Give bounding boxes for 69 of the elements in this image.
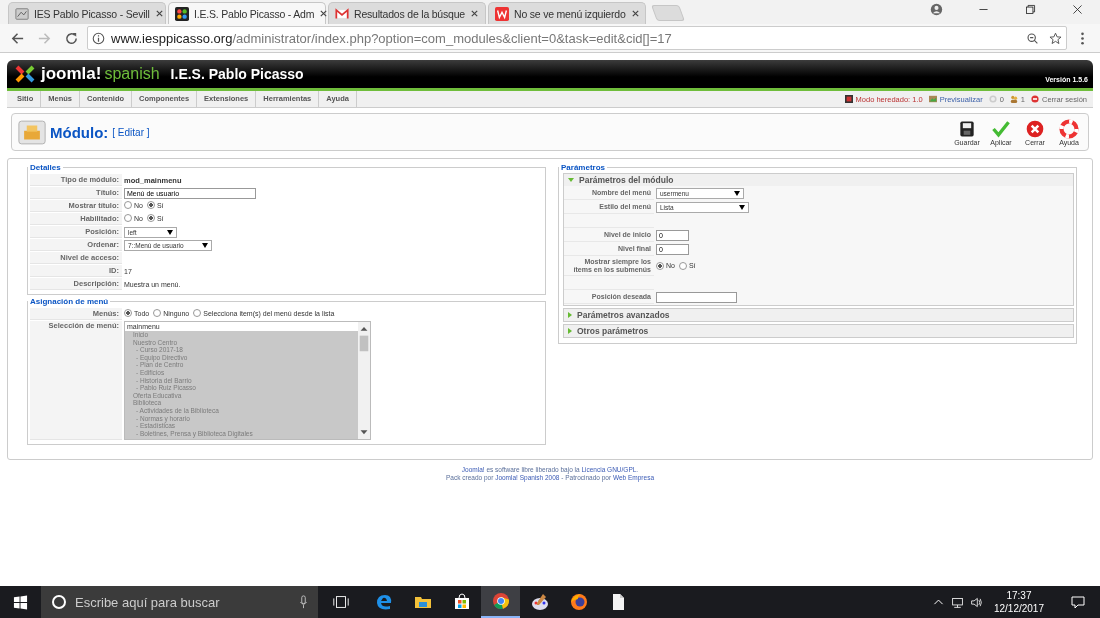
close-icon[interactable]	[319, 9, 329, 18]
tab-title: I.E.S. Pablo Picasso - Adm	[194, 7, 315, 20]
restore-icon[interactable]	[1024, 3, 1037, 16]
browser-tab[interactable]: Resultados de la búsque	[328, 2, 486, 24]
browser-tab[interactable]: I.E.S. Pablo Picasso - Adm	[168, 2, 326, 24]
message-icon	[988, 95, 997, 103]
accordion-header[interactable]: Parámetros avanzados	[564, 309, 1073, 321]
close-icon	[1025, 118, 1045, 139]
taskbar-app[interactable]	[481, 586, 520, 618]
search-field[interactable]: Escribe aquí para buscar	[41, 586, 318, 618]
page-subtitle: [ Editar ]	[112, 126, 150, 138]
logo-subtext: spanish	[104, 65, 160, 83]
mail-icon	[335, 6, 349, 21]
radio-button[interactable]	[193, 309, 202, 317]
page-icon	[15, 6, 29, 21]
address-bar[interactable]: www.iesppicasso.org/administrator/index.php?option=com_modules&client=0&task=edit&cid[]=17	[87, 26, 1067, 50]
clock-date[interactable]: 12/12/2017	[993, 602, 1044, 615]
radio-button[interactable]	[656, 261, 664, 270]
logo-text: joomla!	[41, 64, 102, 84]
users-icon	[1009, 95, 1018, 103]
profile-icon[interactable]	[930, 3, 943, 16]
close-icon[interactable]	[630, 9, 640, 18]
input-field[interactable]	[656, 292, 737, 303]
section-legend: Asignación de menú	[28, 297, 111, 306]
radio-button[interactable]	[146, 214, 155, 222]
accordion-header[interactable]: Parámetros del módulo	[564, 174, 1073, 186]
radio-button[interactable]	[124, 309, 132, 317]
browser-tab[interactable]: IES Pablo Picasso - Sevill	[8, 2, 166, 24]
accordion-header[interactable]: Otros parámetros	[564, 325, 1073, 337]
module-icon	[18, 119, 46, 145]
info-icon	[92, 31, 105, 45]
network-icon[interactable]	[950, 595, 964, 609]
palette-icon	[529, 592, 550, 612]
windows-logo-icon[interactable]	[13, 594, 28, 610]
lifebuoy-icon	[1059, 118, 1079, 139]
legacy-icon	[844, 95, 853, 103]
firefox-icon	[568, 592, 589, 612]
radio-button[interactable]	[678, 261, 687, 270]
tab-title: No se ve menú izquierdo	[514, 7, 626, 20]
site-name: I.E.S. Pablo Picasso	[170, 66, 304, 82]
reload-icon[interactable]	[64, 30, 79, 46]
tab-title: Resultados de la búsque	[354, 7, 465, 20]
star-icon[interactable]	[1049, 31, 1062, 45]
joomla-icon	[175, 6, 189, 21]
notification-icon[interactable]	[1070, 594, 1086, 610]
page-title: Módulo:	[50, 123, 109, 141]
section-legend: Detalles	[28, 163, 63, 172]
close-icon[interactable]	[154, 9, 164, 18]
radio-button[interactable]	[124, 214, 132, 222]
w-icon	[495, 6, 509, 21]
scrollbar[interactable]	[358, 322, 370, 439]
task-view-icon[interactable]	[332, 593, 350, 611]
chrome-icon	[490, 591, 511, 611]
radio-button[interactable]	[153, 309, 162, 317]
logout-icon	[1031, 95, 1039, 103]
volume-icon[interactable]	[969, 595, 983, 609]
microphone-icon[interactable]	[299, 595, 308, 609]
radio-button[interactable]	[146, 201, 155, 209]
close-icon[interactable]	[470, 9, 479, 18]
close-icon[interactable]	[1071, 3, 1084, 16]
preview-icon	[928, 95, 937, 103]
browser-tab[interactable]: No se ve menú izquierdo	[488, 2, 646, 24]
zoom-out-icon[interactable]	[1026, 31, 1039, 45]
tab-title: IES Pablo Picasso - Sevill	[34, 7, 150, 20]
cortana-icon	[51, 594, 67, 610]
url-text: www.iesppicasso.org/administrator/index.php?option=com_modules&client=0&task=edit&cid[]=17	[111, 30, 672, 46]
radio-button[interactable]	[124, 201, 132, 209]
clock-time[interactable]: 17:37	[1006, 589, 1032, 602]
section-legend: Parámetros	[559, 163, 608, 172]
